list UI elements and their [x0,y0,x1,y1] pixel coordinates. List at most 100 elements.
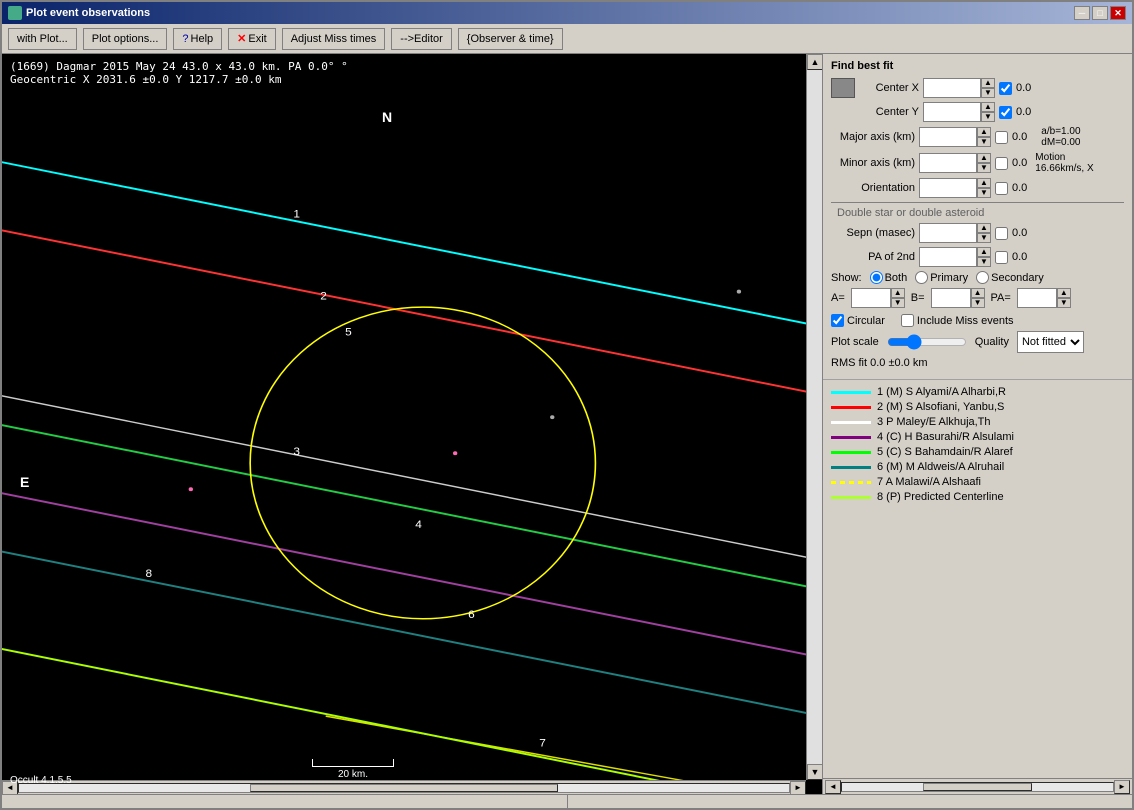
pa-input[interactable]: 0.0 [1017,288,1057,308]
primary-radio-label: Primary [915,271,968,284]
motion-label: Motion [1035,152,1093,163]
sepn-checkbox[interactable] [995,227,1008,240]
pa-spinbox: 0.0 ▲ ▼ [1017,288,1071,308]
right-scroll-thumb[interactable] [923,783,1031,791]
pa-down[interactable]: ▼ [1057,298,1071,308]
center-y-input[interactable]: 1.5 [923,102,981,122]
hscroll-track [18,783,790,793]
editor-button[interactable]: -->Editor [391,28,452,50]
right-panel: Find best fit Center X -0.4 ▲ ▼ 0.0 [822,54,1132,794]
north-label: N [382,109,392,125]
right-scroll-right[interactable]: ► [1114,780,1130,794]
pa-up[interactable]: ▲ [1057,288,1071,298]
center-x-checkbox[interactable] [999,82,1012,95]
a-down[interactable]: ▼ [891,298,905,308]
plot-scale-row: Plot scale Quality Not fitted [831,331,1124,353]
circular-checkbox[interactable] [831,314,844,327]
separator1 [831,202,1124,203]
right-scroll-left[interactable]: ◄ [825,780,841,794]
both-radio[interactable] [870,271,883,284]
quality-select[interactable]: Not fitted [1017,331,1084,353]
svg-text:2: 2 [320,291,327,302]
plot-info: (1669) Dagmar 2015 May 24 43.0 x 43.0 km… [10,60,348,86]
b-up[interactable]: ▲ [971,288,985,298]
legend-item: 5 (C) S Bahamdain/R Alaref [831,446,1124,458]
ratio-text: a/b=1.00 dM=0.00 [1041,126,1080,148]
b-down[interactable]: ▼ [971,298,985,308]
main-window: Plot event observations ─ □ ✕ with Plot.… [0,0,1134,810]
sepn-spinbox: 0.0 ▲ ▼ [919,223,991,243]
b-input[interactable]: 0.0 [931,288,971,308]
center-x-up[interactable]: ▲ [981,78,995,88]
orientation-down[interactable]: ▼ [977,188,991,198]
legend-line [831,436,871,439]
minor-axis-checkbox[interactable] [995,157,1008,170]
minor-axis-up[interactable]: ▲ [977,153,991,163]
major-axis-right-val: 0.0 [1012,131,1027,143]
plot-options-button[interactable]: Plot options... [83,28,168,50]
secondary-radio[interactable] [976,271,989,284]
adjust-miss-button[interactable]: Adjust Miss times [282,28,386,50]
scroll-right-arrow[interactable]: ► [790,781,806,795]
a-up[interactable]: ▲ [891,288,905,298]
a-input[interactable]: 0.0 [851,288,891,308]
window-title: Plot event observations [26,7,150,19]
right-panel-scrollbar[interactable]: ◄ ► [823,778,1132,794]
plot-vscrollbar[interactable]: ▲ ▼ [806,54,822,780]
center-x-right-val: 0.0 [1016,82,1031,94]
help-button[interactable]: ? Help [173,28,222,50]
with-plot-button[interactable]: with Plot... [8,28,77,50]
plot-scale-slider[interactable] [887,334,967,350]
minor-axis-down[interactable]: ▼ [977,163,991,173]
minor-axis-input[interactable]: 43.0 [919,153,977,173]
orientation-checkbox[interactable] [995,182,1008,195]
major-axis-down[interactable]: ▼ [977,137,991,147]
legend-text: 7 A Malawi/A Alshaafi [877,476,981,488]
legend-line [831,496,871,499]
observer-time-button[interactable]: {Observer & time} [458,28,563,50]
find-best-fit-title: Find best fit [831,60,1124,72]
scroll-down-arrow[interactable]: ▼ [807,764,822,780]
sepn-up[interactable]: ▲ [977,223,991,233]
pa2nd-down[interactable]: ▼ [977,257,991,267]
center-y-row: Center Y 1.5 ▲ ▼ 0.0 [831,102,1124,122]
maximize-button[interactable]: □ [1092,6,1108,20]
pa2nd-up[interactable]: ▲ [977,247,991,257]
check-row: Circular Include Miss events [831,314,1124,327]
legend-item: 7 A Malawi/A Alshaafi [831,476,1124,488]
hscroll-thumb[interactable] [250,784,558,792]
orientation-input[interactable]: 0.0 [919,178,977,198]
version-text: Occult 4.1.5.5 [10,775,72,786]
major-axis-checkbox[interactable] [995,131,1008,144]
legend-item: 2 (M) S Alsofiani, Yanbu,S [831,401,1124,413]
include-miss-checkbox[interactable] [901,314,914,327]
pa2nd-checkbox[interactable] [995,251,1008,264]
center-y-spinbox: 1.5 ▲ ▼ [923,102,995,122]
find-best-fit-section: Find best fit Center X -0.4 ▲ ▼ 0.0 [823,54,1132,380]
sepn-down[interactable]: ▼ [977,233,991,243]
orientation-up[interactable]: ▲ [977,178,991,188]
pa2nd-label: PA of 2nd [831,251,915,263]
center-x-label: Center X [859,82,919,94]
center-y-up[interactable]: ▲ [981,102,995,112]
center-y-checkbox[interactable] [999,106,1012,119]
show-label: Show: [831,272,862,284]
svg-text:6: 6 [468,609,475,620]
center-x-down[interactable]: ▼ [981,88,995,98]
close-button[interactable]: ✕ [1110,6,1126,20]
minimize-button[interactable]: ─ [1074,6,1090,20]
pa2nd-input[interactable]: 0.0 [919,247,977,267]
orientation-label: Orientation [831,182,915,194]
scroll-up-arrow[interactable]: ▲ [807,54,822,70]
exit-button[interactable]: ✕ Exit [228,28,276,50]
plot-hscrollbar[interactable]: ◄ ► [2,780,806,794]
a-spinbox: 0.0 ▲ ▼ [851,288,905,308]
primary-radio[interactable] [915,271,928,284]
major-axis-row: Major axis (km) 43.0 ▲ ▼ 0.0 a/b=1.00 dM… [831,126,1124,148]
sepn-input[interactable]: 0.0 [919,223,977,243]
center-y-down[interactable]: ▼ [981,112,995,122]
major-axis-input[interactable]: 43.0 [919,127,977,147]
window-icon [8,6,22,20]
center-x-input[interactable]: -0.4 [923,78,981,98]
major-axis-up[interactable]: ▲ [977,127,991,137]
